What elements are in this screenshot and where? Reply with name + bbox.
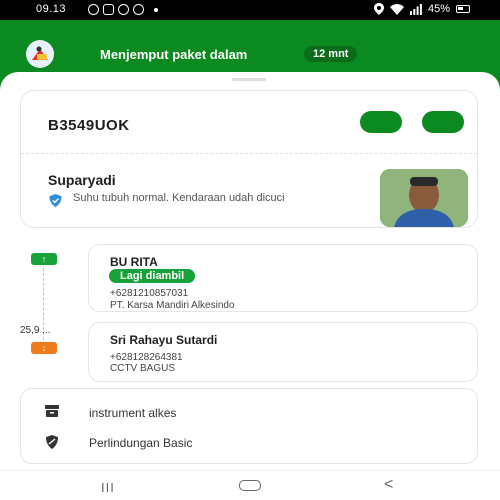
- item-label: instrument alkes: [89, 406, 177, 420]
- call-driver-button[interactable]: [422, 111, 464, 133]
- eta-badge: 12 mnt: [304, 46, 358, 62]
- courier-avatar-icon[interactable]: [26, 40, 54, 68]
- card-divider: [21, 153, 477, 154]
- system-status: 45%: [373, 3, 470, 15]
- status-bar: 09.13 45%: [0, 0, 500, 20]
- dropoff-note: CCTV BAGUS: [110, 363, 176, 374]
- status-time: 09.13: [36, 3, 67, 15]
- drag-handle[interactable]: [232, 78, 266, 81]
- dropoff-arrow-down-icon: ↓: [31, 342, 57, 354]
- dropoff-phone: +628128264381: [110, 352, 183, 363]
- pickup-note: PT. Karsa Mandiri Alkesindo: [110, 300, 235, 311]
- more-notifications-icon: [154, 8, 158, 12]
- location-icon: [373, 3, 384, 15]
- vehicle-plate: B3549UOK: [48, 117, 130, 134]
- dropoff-name: Sri Rahayu Sutardi: [110, 333, 218, 347]
- pickup-name: BU RITA: [110, 255, 158, 269]
- pickup-phone: +6281210857031: [110, 288, 189, 299]
- pickup-card[interactable]: BU RITA Lagi diambil +6281210857031 PT. …: [88, 244, 478, 312]
- item-label: Perlindungan Basic: [89, 436, 193, 450]
- chat-driver-button[interactable]: [360, 111, 402, 133]
- whatsapp-icon: [133, 4, 144, 15]
- box-icon: [45, 405, 59, 417]
- protection-shield-icon: [46, 435, 58, 449]
- battery-icon: [456, 5, 470, 13]
- shield-check-icon: [49, 194, 62, 207]
- signal-icon: [409, 3, 422, 15]
- wifi-icon: [389, 3, 404, 15]
- dropoff-card[interactable]: Sri Rahayu Sutardi +628128264381 CCTV BA…: [88, 322, 478, 382]
- order-detail-sheet: B3549UOK Suparyadi Suhu tubuh normal. Ke…: [0, 72, 500, 470]
- wifi-call-icon: [88, 4, 99, 15]
- recent-apps-icon[interactable]: III: [101, 480, 115, 495]
- home-icon[interactable]: [239, 480, 261, 491]
- driver-name: Suparyadi: [48, 172, 116, 188]
- pickup-status-badge: Lagi diambil: [109, 269, 196, 283]
- item-row[interactable]: instrument alkes: [21, 399, 477, 425]
- item-row[interactable]: Perlindungan Basic: [21, 429, 477, 455]
- route-distance: 25,9 ...: [20, 325, 51, 336]
- notification-icons: [88, 4, 158, 15]
- items-card: instrument alkes Perlindungan Basic: [20, 388, 478, 464]
- header-title: Menjemput paket dalam: [100, 47, 248, 62]
- pickup-arrow-up-icon: ↑: [31, 253, 57, 265]
- system-nav-bar: III <: [0, 470, 500, 500]
- driver-photo[interactable]: [380, 169, 468, 227]
- battery-level: 45%: [427, 3, 450, 15]
- refresh-icon: [118, 4, 129, 15]
- instagram-icon: [103, 4, 114, 15]
- driver-health-note: Suhu tubuh normal. Kendaraan udah dicuci: [73, 192, 285, 204]
- back-icon[interactable]: <: [384, 476, 393, 494]
- driver-card: B3549UOK Suparyadi Suhu tubuh normal. Ke…: [20, 90, 478, 228]
